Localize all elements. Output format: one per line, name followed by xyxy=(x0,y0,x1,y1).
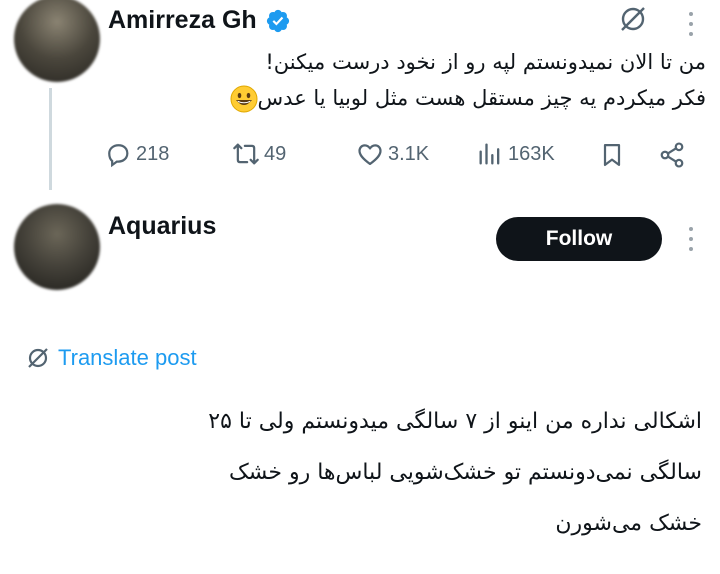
reply-author-name[interactable]: Aquarius xyxy=(108,212,216,241)
reply-text-line: اشکالی نداره من اینو از ۷ سالگی میدونستم… xyxy=(208,409,702,434)
tweet-text: من تا الان نمیدونستم لپه رو از نخود درست… xyxy=(226,44,706,116)
reply-author-row: Aquarius xyxy=(108,212,216,241)
like-count: 3.1K xyxy=(388,142,430,165)
translate-post-label: Translate post xyxy=(58,345,197,370)
more-options-icon[interactable] xyxy=(688,12,694,36)
verified-badge-icon xyxy=(266,9,289,32)
grinning-face-emoji-icon xyxy=(230,85,258,113)
translate-icon xyxy=(28,348,48,368)
bookmark-icon[interactable] xyxy=(598,141,626,169)
tweet-action-bar: 218 49 3.1K 163K xyxy=(104,134,704,174)
author-avatar[interactable] xyxy=(14,0,100,82)
reply-author-avatar[interactable] xyxy=(14,204,100,290)
repost-count: 49 xyxy=(264,142,287,165)
tweet-author-row: Amirreza Gh xyxy=(108,6,291,35)
like-button[interactable]: 3.1K xyxy=(356,140,429,168)
bar-chart-icon xyxy=(479,143,500,165)
reply-count: 218 xyxy=(136,142,170,165)
tweet-text-line-content: فکر میکردم یه چیز مستقل هست مثل لوبیا یا… xyxy=(257,86,706,110)
thread-connector-line xyxy=(49,88,52,190)
reply-text: اشکالی نداره من اینو از ۷ سالگی میدونستم… xyxy=(22,396,702,549)
tweet-text-line: من تا الان نمیدونستم لپه رو از نخود درست… xyxy=(265,50,706,74)
heart-icon xyxy=(358,144,382,166)
grok-icon[interactable] xyxy=(618,4,648,34)
tweet-text-line-2: فکر میکردم یه چیز مستقل هست مثل لوبیا یا… xyxy=(226,80,706,116)
tweet-author-name[interactable]: Amirreza Gh xyxy=(108,6,257,35)
reply-button[interactable]: 218 xyxy=(104,140,169,168)
repost-icon xyxy=(233,143,259,165)
views-button[interactable]: 163K xyxy=(476,140,555,168)
view-count: 163K xyxy=(508,142,555,165)
reply-text-line: سالگی نمی‌دونستم تو خشک‌شویی لباس‌ها رو … xyxy=(229,460,702,485)
translate-post-link[interactable]: Translate post xyxy=(26,345,197,371)
reply-text-line: خشک می‌شورن xyxy=(555,511,702,536)
share-icon[interactable] xyxy=(658,141,686,169)
repost-button[interactable]: 49 xyxy=(232,140,286,168)
reply-icon xyxy=(108,144,129,168)
reply-more-options-icon[interactable] xyxy=(688,227,694,251)
follow-button[interactable]: Follow xyxy=(496,217,662,261)
